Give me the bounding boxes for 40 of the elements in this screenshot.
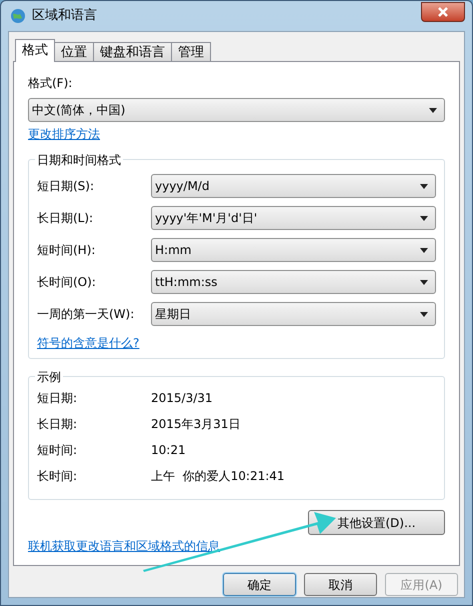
caret-icon — [429, 108, 437, 112]
field-label: 长日期(L): — [37, 210, 94, 227]
example-value: 上午 你的爱人10:21:41 — [151, 468, 285, 485]
dropdown[interactable]: 中文(简体，中国) — [28, 98, 445, 122]
tab[interactable]: 格式 — [15, 39, 55, 62]
dropdown[interactable]: ttH:mm:ss — [151, 270, 436, 294]
tab[interactable]: 位置 — [54, 42, 94, 61]
example-label: 短日期: — [37, 390, 78, 407]
dialog-button[interactable]: 取消 — [304, 573, 377, 596]
tab[interactable]: 键盘和语言 — [93, 42, 172, 61]
symbols-link[interactable]: 符号的含意是什么? — [37, 334, 140, 352]
close-icon — [438, 7, 448, 17]
example-value: 2015年3月31日 — [151, 416, 240, 433]
close-button[interactable] — [421, 2, 465, 22]
window-title: 区域和语言 — [32, 7, 98, 26]
field-label: 短日期(S): — [37, 178, 96, 195]
caret-icon — [420, 248, 428, 252]
example-value: 10:21 — [151, 442, 186, 459]
caret-icon — [420, 312, 428, 316]
field-label: 一周的第一天(W): — [37, 306, 136, 323]
sort-method-link[interactable]: 更改排序方法 — [28, 125, 100, 143]
group-title: 日期和时间格式 — [35, 151, 123, 169]
dropdown[interactable]: 星期日 — [151, 302, 436, 326]
caret-icon — [420, 216, 428, 220]
example-value: 2015/3/31 — [151, 390, 213, 407]
example-label: 短时间: — [37, 442, 78, 459]
dropdown[interactable]: yyyy/M/d — [151, 174, 436, 198]
format-label: 格式(F): — [28, 75, 74, 92]
caret-icon — [420, 280, 428, 284]
field-label: 长时间(O): — [37, 274, 97, 291]
dropdown[interactable]: H:mm — [151, 238, 436, 262]
more-settings-button[interactable]: 其他设置(D)... — [308, 510, 445, 535]
caret-icon — [420, 184, 428, 188]
example-label: 长日期: — [37, 416, 78, 433]
tab[interactable]: 管理 — [171, 42, 211, 61]
dialog-button[interactable]: 确定 — [223, 573, 296, 596]
field-label: 短时间(H): — [37, 242, 96, 259]
example-label: 长时间: — [37, 468, 78, 485]
dropdown[interactable]: yyyy'年'M'月'd'日' — [151, 206, 436, 230]
globe-icon — [10, 8, 26, 24]
